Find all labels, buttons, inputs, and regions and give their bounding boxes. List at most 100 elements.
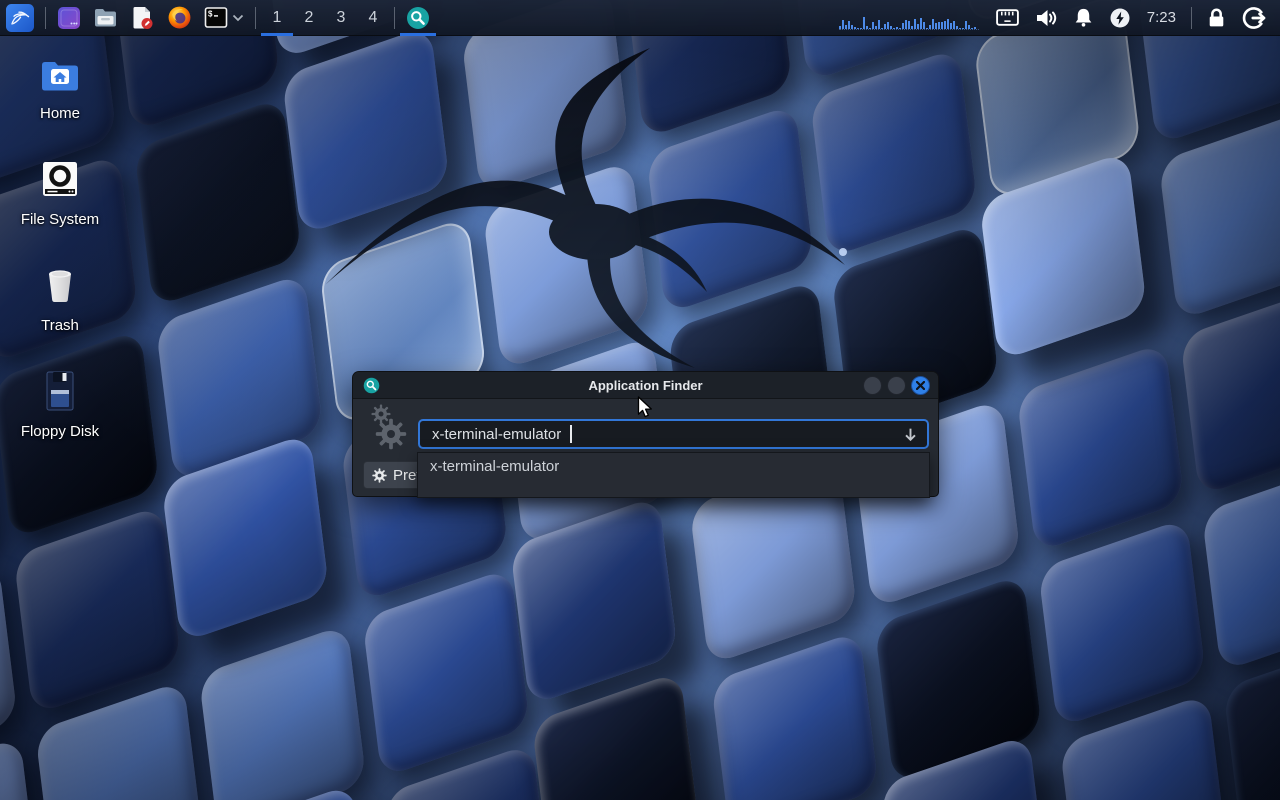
window-titlebar[interactable]: Application Finder	[353, 372, 938, 399]
kali-menu-button[interactable]	[0, 0, 40, 36]
collapse-dropdown-button[interactable]	[902, 426, 919, 443]
wallpaper-cube	[362, 568, 530, 778]
network-icon	[995, 6, 1020, 29]
workspace-3[interactable]: 3	[325, 0, 357, 36]
floppy-disk-icon	[40, 370, 80, 412]
wallpaper-cube	[13, 505, 181, 715]
trash-icon	[40, 266, 80, 306]
top-panel: $ 1 2 3 4	[0, 0, 1280, 36]
activity-graph-bar	[878, 20, 880, 29]
activity-graph-bar	[899, 28, 901, 29]
minimize-button[interactable]	[863, 376, 882, 395]
desktop-icon-home[interactable]: Home	[8, 56, 112, 122]
launcher-file-manager[interactable]	[87, 0, 124, 36]
activity-graph-bar	[893, 28, 895, 29]
close-button[interactable]	[911, 376, 930, 395]
activity-graph-bar	[959, 28, 961, 29]
maximize-button[interactable]	[887, 376, 906, 395]
file-manager-icon	[93, 5, 118, 30]
activity-graph-bar	[923, 22, 925, 29]
wallpaper-cube	[1016, 342, 1184, 552]
notifications-indicator[interactable]	[1066, 0, 1101, 36]
desktop-icon-floppy-disk[interactable]: Floppy Disk	[8, 370, 112, 440]
activity-graph-bar	[932, 19, 934, 29]
workspace-1[interactable]: 1	[261, 0, 293, 36]
activity-graph-bar	[926, 28, 928, 29]
wallpaper-cube	[0, 736, 39, 800]
desktop-icon-file-system[interactable]: File System	[8, 160, 112, 228]
activity-graph-bar	[914, 19, 916, 29]
clock[interactable]: 7:23	[1139, 0, 1184, 36]
activity-graph-bar	[869, 28, 871, 29]
launcher-terminal[interactable]: $	[198, 0, 250, 36]
svg-text:$: $	[208, 10, 213, 19]
desktop-icon-label: File System	[8, 211, 112, 228]
gear-icon	[372, 468, 387, 483]
workspace-2[interactable]: 2	[293, 0, 325, 36]
network-indicator[interactable]	[989, 0, 1026, 36]
panel-activity-graph	[839, 17, 979, 30]
app-finder-icon	[406, 5, 430, 31]
wallpaper-cube	[0, 561, 18, 771]
wallpaper-cube	[1158, 110, 1280, 320]
window-title: Application Finder	[353, 378, 938, 393]
home-folder-icon	[39, 56, 81, 94]
activity-graph-bar	[860, 28, 862, 29]
desktop-icon-trash[interactable]: Trash	[8, 266, 112, 334]
activity-graph-bar	[968, 25, 970, 29]
activity-graph-bar	[896, 27, 898, 29]
activity-graph-bar	[902, 23, 904, 29]
completion-popup: x-terminal-emulator	[417, 452, 930, 498]
desktop-icon-label: Home	[8, 105, 112, 122]
activity-graph-bar	[962, 28, 964, 29]
activity-graph-bar	[911, 26, 913, 29]
launcher-app-window[interactable]	[51, 0, 87, 36]
activity-graph-bar	[905, 20, 907, 30]
panel-separator	[1191, 7, 1192, 29]
wallpaper-cube	[1038, 518, 1206, 728]
activity-graph-bar	[881, 28, 883, 29]
power-manager-icon	[1109, 7, 1131, 29]
panel-separator	[45, 7, 46, 29]
notifications-bell-icon	[1072, 6, 1095, 29]
activity-graph-bar	[875, 26, 877, 30]
workspace-4[interactable]: 4	[357, 0, 389, 36]
activity-graph-bar	[938, 22, 940, 29]
activity-graph-bar	[953, 21, 955, 29]
completion-item[interactable]: x-terminal-emulator	[418, 453, 929, 479]
kali-menu-icon	[6, 4, 34, 32]
wallpaper-cube	[199, 624, 367, 800]
taskbar-application-finder[interactable]	[400, 0, 436, 36]
activity-graph-bar	[956, 26, 958, 29]
activity-graph-bar	[866, 26, 868, 29]
activity-graph-bar	[839, 26, 841, 29]
activity-graph-bar	[944, 21, 946, 29]
power-manager-indicator[interactable]	[1103, 0, 1137, 36]
volume-indicator[interactable]	[1028, 0, 1064, 36]
lock-icon	[1205, 6, 1228, 29]
chevron-down-icon	[232, 14, 244, 22]
lock-screen-button[interactable]	[1199, 0, 1234, 36]
search-input[interactable]: x-terminal-emulator	[418, 419, 929, 449]
arrow-down-icon	[902, 426, 919, 443]
gears-icon	[365, 402, 411, 460]
panel-separator	[255, 7, 256, 29]
search-input-value: x-terminal-emulator	[432, 426, 561, 443]
launcher-firefox[interactable]	[161, 0, 198, 36]
activity-graph-bar	[842, 20, 844, 30]
wallpaper-cube	[1180, 286, 1280, 496]
launcher-text-editor[interactable]	[124, 0, 161, 36]
window-buttons	[863, 376, 930, 395]
activity-graph-bar	[854, 27, 856, 29]
close-icon	[916, 381, 925, 390]
kali-dragon-silhouette	[255, 40, 915, 390]
activity-graph-bar	[971, 28, 973, 29]
terminal-icon: $	[204, 6, 228, 29]
activity-graph-bar	[929, 25, 931, 29]
desktop: $ 1 2 3 4	[0, 0, 1280, 800]
wallpaper-cube	[1202, 461, 1280, 671]
text-editor-icon	[130, 5, 155, 30]
logout-button[interactable]	[1236, 0, 1272, 36]
activity-graph-bar	[848, 21, 850, 29]
activity-graph-bar	[950, 23, 952, 29]
